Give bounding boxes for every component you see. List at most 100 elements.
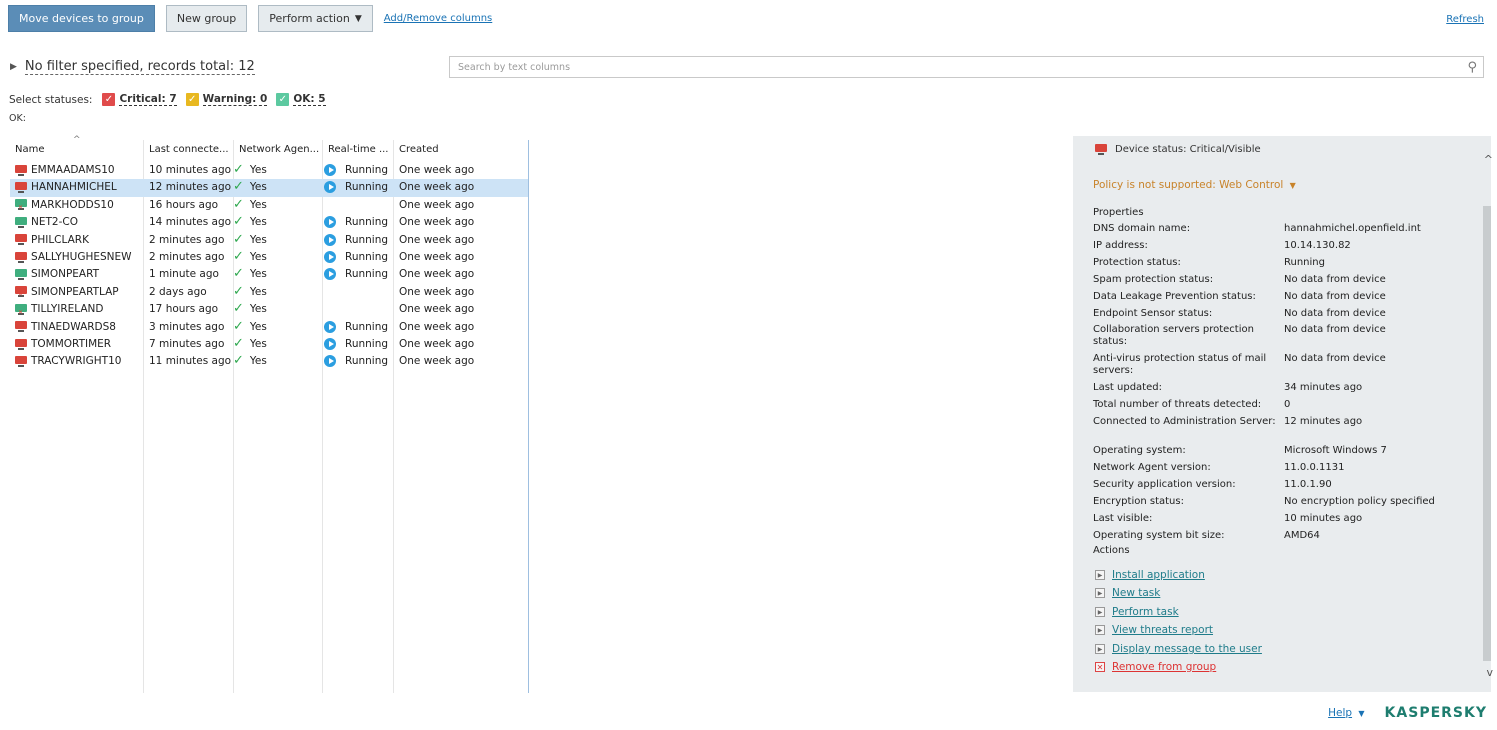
help-link[interactable]: Help (1328, 707, 1352, 719)
action-item[interactable]: ▶ Display message to the user (1095, 643, 1262, 655)
running-icon (324, 216, 336, 229)
property-key: Connected to Administration Server: (1093, 416, 1276, 428)
column-header-created[interactable]: Created (399, 144, 439, 155)
table-row[interactable]: PHILCLARK 2 minutes ago ✓ Yes Running One wee… (10, 232, 528, 249)
property-value: No encryption policy specified (1284, 495, 1435, 507)
device-name: TINAEDWARDS8 (31, 320, 116, 333)
device-name-cell: HANNAHMICHEL (15, 181, 117, 193)
caret-down-icon: ▼ (1358, 709, 1365, 718)
monitor-critical-icon (15, 355, 27, 367)
details-scrollbar[interactable] (1483, 206, 1491, 661)
action-link[interactable]: New task (1112, 587, 1160, 599)
table-row[interactable]: ✕ MARKHODDS10 16 hours ago ✓ Yes One week ago (10, 197, 528, 214)
created-cell: One week ago (399, 355, 475, 368)
device-status-text: Device status: Critical/Visible (1115, 144, 1261, 155)
perform-action-button[interactable]: Perform action ▼ (258, 5, 373, 32)
action-item[interactable]: ▶ Install application (1095, 569, 1205, 581)
filter-summary: No filter specified, records total: 12 (24, 59, 255, 75)
real-time-value: Running (345, 181, 389, 194)
help-menu[interactable]: Help ▼ (1328, 707, 1364, 719)
action-item[interactable]: ▶ Perform task (1095, 606, 1179, 618)
device-name: PHILCLARK (31, 233, 89, 246)
column-header-name[interactable]: Name (15, 144, 45, 155)
new-group-button[interactable]: New group (165, 5, 248, 32)
table-row[interactable]: TRACYWRIGHT10 11 minutes ago ✓ Yes Running On… (10, 353, 528, 370)
table-row[interactable]: EMMAADAMS10 10 minutes ago ✓ Yes Running One … (10, 162, 528, 179)
filter-toggle[interactable]: ▶ No filter specified, records total: 12 (10, 59, 255, 75)
table-row[interactable]: HANNAHMICHEL 12 minutes ago ✓ Yes Running One… (10, 179, 528, 197)
add-remove-columns-link[interactable]: Add/Remove columns (384, 13, 493, 24)
created-cell: One week ago (399, 303, 475, 316)
network-agent-cell: ✓ Yes (233, 180, 267, 194)
network-agent-value: Yes (249, 181, 267, 194)
action-item[interactable]: ✕ Remove from group (1095, 661, 1216, 673)
property-key: Network Agent version: (1093, 462, 1211, 474)
actions-heading: Actions (1093, 545, 1130, 556)
property-key: Anti-virus protection status of mail ser… (1093, 353, 1267, 377)
network-agent-cell: ✓ Yes (233, 163, 267, 176)
warning-checkbox[interactable]: ✓ (185, 93, 199, 106)
ok-checkbox[interactable]: ✓ (276, 93, 290, 106)
refresh-link[interactable]: Refresh (1446, 14, 1484, 25)
device-name: SIMONPEART (31, 268, 100, 281)
real-time-cell: Running (324, 164, 388, 176)
table-row[interactable]: SALLYHUGHESNEW 2 minutes ago ✓ Yes Running On… (10, 249, 528, 266)
action-link[interactable]: Remove from group (1112, 661, 1216, 673)
monitor-critical-icon (15, 234, 27, 246)
device-name: NET2-CO (31, 216, 78, 229)
created-cell: One week ago (399, 198, 475, 211)
column-header-network-agent[interactable]: Network Agen... (239, 144, 321, 155)
device-name-cell: TOMMORTIMER (15, 338, 111, 350)
scroll-down-icon[interactable]: v (1486, 666, 1493, 679)
remove-icon: ✕ (1095, 662, 1105, 672)
column-header-real-time[interactable]: Real-time ... (328, 144, 392, 155)
footer: Help ▼ KASPERSKY (1328, 705, 1487, 721)
table-row[interactable]: ✕ TILLYIRELAND 17 hours ago ✓ Yes One week ag… (10, 301, 528, 318)
action-item[interactable]: ▶ View threats report (1095, 624, 1213, 636)
search-icon[interactable]: ⚲ (1467, 60, 1477, 75)
scroll-up-icon[interactable]: ^ (1484, 153, 1493, 166)
real-time-cell: Running (324, 268, 388, 281)
toolbar: Move devices to group New group Perform … (8, 5, 492, 32)
column-header-last-connected[interactable]: Last connecte... (149, 144, 231, 155)
critical-checkbox[interactable]: ✓ (102, 93, 116, 106)
policy-warning[interactable]: Policy is not supported: Web Control ▼ (1093, 179, 1296, 191)
check-icon: ✓ (233, 353, 244, 369)
action-link[interactable]: Perform task (1112, 606, 1179, 618)
running-icon (324, 355, 336, 368)
network-agent-cell: ✓ Yes (233, 198, 267, 211)
action-link[interactable]: Display message to the user (1112, 643, 1262, 655)
network-agent-cell: ✓ Yes (233, 267, 267, 280)
action-link[interactable]: Install application (1112, 569, 1205, 581)
search-box: ⚲ (449, 56, 1484, 78)
device-name: MARKHODDS10 (31, 198, 114, 211)
table-row[interactable]: ✕ SIMONPEARTLAP 2 days ago ✓ Yes One week ago (10, 284, 528, 301)
device-name: TILLYIRELAND (31, 303, 104, 316)
warning-filter[interactable]: Warning: 0 (202, 93, 268, 106)
move-devices-button[interactable]: Move devices to group (8, 5, 155, 32)
sort-caret-icon: ^ (73, 135, 81, 145)
device-name-cell: ✕ MARKHODDS10 (15, 199, 114, 211)
created-cell: One week ago (399, 320, 475, 333)
ok-filter[interactable]: OK: 5 (293, 93, 326, 106)
check-icon: ✓ (233, 231, 244, 247)
action-link[interactable]: View threats report (1112, 624, 1213, 636)
property-value: 10 minutes ago (1284, 512, 1363, 524)
real-time-value: Running (345, 216, 389, 229)
table-row[interactable]: TOMMORTIMER 7 minutes ago ✓ Yes Running One w… (10, 336, 528, 353)
perform-action-label: Perform action (269, 12, 350, 25)
property-key: DNS domain name: (1093, 223, 1191, 234)
critical-filter[interactable]: Critical: 7 (119, 93, 177, 106)
property-value: No data from device (1284, 353, 1386, 365)
network-agent-cell: ✓ Yes (233, 250, 267, 263)
table-row[interactable]: SIMONPEART 1 minute ago ✓ Yes Running One wee… (10, 266, 528, 283)
real-time-value: Running (345, 251, 389, 263)
action-item[interactable]: ▶ New task (1095, 587, 1160, 599)
property-value: 12 minutes ago (1284, 416, 1363, 428)
table-row[interactable]: NET2-CO 14 minutes ago ✓ Yes Running One week… (10, 214, 528, 231)
property-value: AMD64 (1284, 529, 1320, 541)
table-row[interactable]: TINAEDWARDS8 3 minutes ago ✓ Yes Running One … (10, 319, 528, 336)
caret-down-icon: ▼ (1289, 181, 1296, 190)
property-key: Security application version: (1093, 479, 1236, 490)
search-input[interactable] (456, 60, 1468, 74)
